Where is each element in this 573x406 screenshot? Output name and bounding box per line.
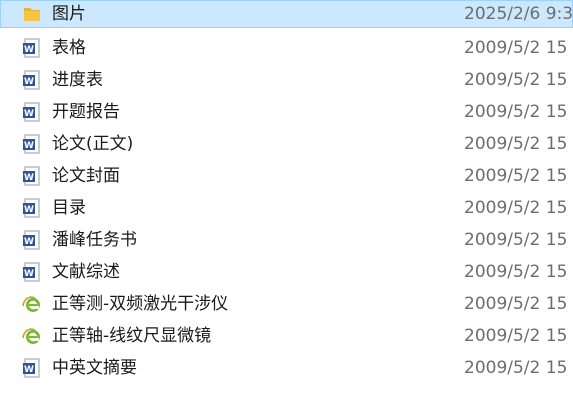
file-list: 图片 2025/2/6 9:3 W 表格 2009/5/2 15 W 进度表 2… xyxy=(0,0,573,384)
word-doc-icon: W xyxy=(22,262,42,282)
file-row[interactable]: W 开题报告 2009/5/2 15 xyxy=(0,96,573,128)
word-doc-icon: W xyxy=(22,70,42,90)
word-doc-icon: W xyxy=(22,198,42,218)
file-row[interactable]: W 进度表 2009/5/2 15 xyxy=(0,64,573,96)
svg-text:W: W xyxy=(24,141,34,151)
file-date: 2009/5/2 15 xyxy=(464,262,568,282)
file-row[interactable]: W 文献综述 2009/5/2 15 xyxy=(0,256,573,288)
file-name: 文献综述 xyxy=(52,262,120,282)
word-doc-icon: W xyxy=(22,102,42,122)
file-name: 中英文摘要 xyxy=(52,358,137,378)
file-name: 进度表 xyxy=(52,70,103,90)
svg-text:W: W xyxy=(24,173,34,183)
word-doc-icon: W xyxy=(22,134,42,154)
word-doc-icon: W xyxy=(22,166,42,186)
file-date: 2009/5/2 15 xyxy=(464,326,568,346)
file-date: 2025/2/6 9:3 xyxy=(464,4,573,24)
file-row[interactable]: 正等轴-线纹尺显微镜 2009/5/2 15 xyxy=(0,320,573,352)
file-row[interactable]: W 目录 2009/5/2 15 xyxy=(0,192,573,224)
file-name: 潘峰任务书 xyxy=(52,230,137,250)
file-row[interactable]: W 论文封面 2009/5/2 15 xyxy=(0,160,573,192)
file-date: 2009/5/2 15 xyxy=(464,198,568,218)
file-date: 2009/5/2 15 xyxy=(464,230,568,250)
file-date: 2009/5/2 15 xyxy=(464,70,568,90)
file-date: 2009/5/2 15 xyxy=(464,294,568,314)
file-date: 2009/5/2 15 xyxy=(464,358,568,378)
file-name: 开题报告 xyxy=(52,102,120,122)
file-name: 表格 xyxy=(52,38,86,58)
svg-text:W: W xyxy=(24,237,34,247)
svg-text:W: W xyxy=(24,269,34,279)
word-doc-icon: W xyxy=(22,230,42,250)
file-name: 目录 xyxy=(52,198,86,218)
file-date: 2009/5/2 15 xyxy=(464,134,568,154)
svg-text:W: W xyxy=(24,205,34,215)
svg-text:W: W xyxy=(24,365,34,375)
file-row[interactable]: W 表格 2009/5/2 15 xyxy=(0,32,573,64)
file-name: 图片 xyxy=(52,4,86,24)
file-date: 2009/5/2 15 xyxy=(464,102,568,122)
svg-text:W: W xyxy=(24,109,34,119)
file-row-folder-pictures[interactable]: 图片 2025/2/6 9:3 xyxy=(0,0,573,28)
file-row[interactable]: W 论文(正文) 2009/5/2 15 xyxy=(0,128,573,160)
file-row[interactable]: W 中英文摘要 2009/5/2 15 xyxy=(0,352,573,384)
word-doc-icon: W xyxy=(22,38,42,58)
file-name: 正等测-双频激光干涉仪 xyxy=(52,294,229,314)
file-row[interactable]: W 潘峰任务书 2009/5/2 15 xyxy=(0,224,573,256)
ie-web-icon xyxy=(22,294,42,314)
folder-icon xyxy=(22,4,42,24)
file-date: 2009/5/2 15 xyxy=(464,166,568,186)
file-row[interactable]: 正等测-双频激光干涉仪 2009/5/2 15 xyxy=(0,288,573,320)
file-name: 论文(正文) xyxy=(52,134,134,154)
svg-text:W: W xyxy=(24,77,34,87)
file-name: 正等轴-线纹尺显微镜 xyxy=(52,326,212,346)
ie-web-icon xyxy=(22,326,42,346)
svg-text:W: W xyxy=(24,45,34,55)
word-doc-icon: W xyxy=(22,358,42,378)
file-name: 论文封面 xyxy=(52,166,120,186)
file-date: 2009/5/2 15 xyxy=(464,38,568,58)
